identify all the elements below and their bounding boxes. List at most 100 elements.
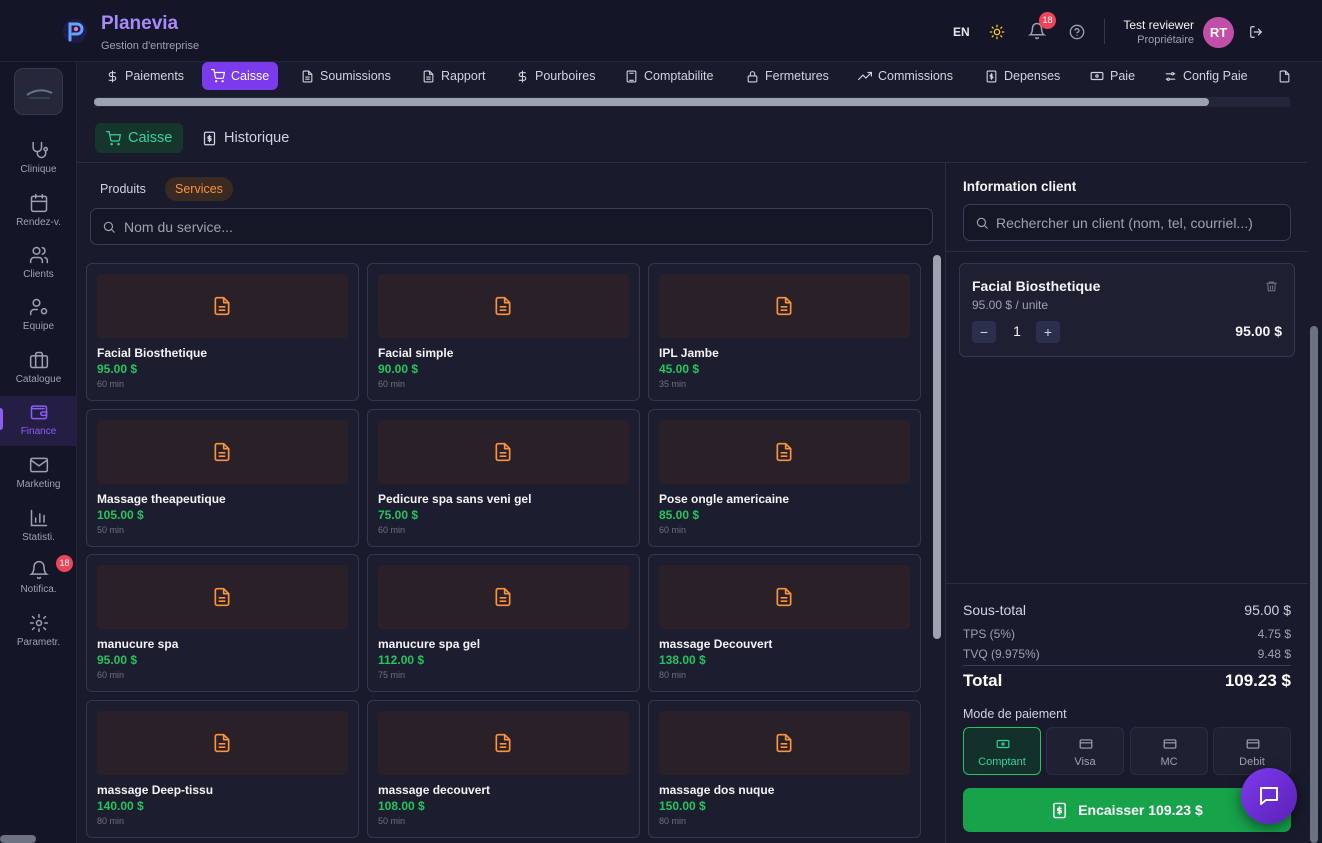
language-toggle[interactable]: EN	[953, 25, 970, 39]
tvq-row: TVQ (9.975%) 9.48 $	[963, 647, 1291, 661]
payment-comptant-button[interactable]: Comptant	[963, 727, 1041, 775]
credit-card-icon	[1079, 739, 1093, 749]
payment-mc-button[interactable]: MC	[1130, 727, 1208, 775]
tab-rapport[interactable]: Rapport	[413, 62, 494, 90]
tab-label: Caisse	[231, 69, 270, 83]
sidebar-item-clinique[interactable]: Clinique	[0, 138, 77, 188]
service-duration: 80 min	[97, 816, 125, 826]
sidebar-item-statistiques[interactable]: Statisti.	[0, 506, 77, 556]
tab-comptabilite[interactable]: Comptabilite	[616, 62, 722, 90]
horizontal-scrollbar[interactable]	[0, 835, 36, 843]
search-icon	[103, 221, 115, 233]
trash-icon[interactable]	[1265, 280, 1278, 293]
header-divider	[1104, 19, 1105, 44]
sidebar-item-marketing[interactable]: Marketing	[0, 453, 77, 503]
cart-item-total: 95.00 $	[1235, 323, 1282, 339]
service-duration: 50 min	[378, 816, 406, 826]
filter-produits[interactable]: Produits	[90, 177, 156, 201]
service-thumbnail	[659, 565, 910, 629]
service-thumbnail	[659, 711, 910, 775]
tab-label: Commissions	[878, 69, 954, 83]
service-card[interactable]: IPL Jambe 45.00 $ 35 min	[648, 263, 921, 401]
cart-icon	[106, 130, 121, 145]
tab-caisse[interactable]: Caisse	[202, 62, 279, 90]
receipt-icon	[1053, 802, 1067, 818]
tab-paie[interactable]: Paie	[1081, 62, 1144, 90]
service-duration: 35 min	[659, 379, 687, 389]
payment-debit-button[interactable]: Debit	[1213, 727, 1291, 775]
tab-depenses[interactable]: Depenses	[976, 62, 1069, 90]
service-duration: 60 min	[659, 525, 687, 535]
service-search-input[interactable]: Nom du service...	[90, 208, 933, 245]
sidebar-item-notifications[interactable]: Notifica. 18	[0, 555, 77, 608]
sidebar-item-label: Catalogue	[15, 374, 62, 385]
chat-button[interactable]	[1241, 768, 1297, 824]
service-price: 95.00 $	[97, 653, 138, 667]
page-scrollbar[interactable]	[1310, 326, 1318, 843]
planevia-logo-icon	[63, 19, 87, 43]
tab-commissions[interactable]: Commissions	[849, 62, 962, 90]
client-search-input[interactable]: Rechercher un client (nom, tel, courriel…	[963, 204, 1291, 241]
gear-icon	[29, 613, 49, 633]
sidebar-item-label: Finance	[20, 426, 57, 437]
service-card[interactable]: massage Decouvert 138.00 $ 80 min	[648, 554, 921, 692]
subtab-historique[interactable]: Historique	[191, 123, 300, 153]
tab-fermetures[interactable]: Fermetures	[737, 62, 838, 90]
sidebar-item-equipe[interactable]: Equipe	[0, 295, 77, 345]
payment-mode-label: Mode de paiement	[963, 707, 1067, 721]
tab-config-paie[interactable]: Config Paie	[1155, 62, 1257, 90]
tab-overflow[interactable]	[1269, 62, 1300, 90]
notification-badge: 18	[1039, 12, 1056, 29]
search-placeholder: Nom du service...	[124, 219, 233, 235]
calendar-icon	[30, 193, 48, 213]
filter-services[interactable]: Services	[165, 177, 233, 201]
service-name: Pedicure spa sans veni gel	[378, 492, 532, 506]
subtab-caisse[interactable]: Caisse	[95, 123, 184, 153]
logout-icon[interactable]	[1249, 25, 1263, 39]
service-duration: 60 min	[97, 670, 125, 680]
service-card[interactable]: massage dos nuque 150.00 $ 80 min	[648, 700, 921, 838]
tab-paiements[interactable]: Paiements	[97, 62, 193, 90]
sun-icon[interactable]	[989, 24, 1005, 40]
service-card[interactable]: Pose ongle americaine 85.00 $ 60 min	[648, 409, 921, 547]
service-thumbnail	[97, 420, 348, 484]
service-duration: 50 min	[97, 525, 125, 535]
total-row: Total 109.23 $	[963, 671, 1291, 691]
sidebar-item-rendez-vous[interactable]: Rendez-v.	[0, 191, 77, 241]
top-bar: Planevia Gestion d'entreprise EN 18 Test…	[0, 0, 1322, 62]
sidebar-item-catalogue[interactable]: Catalogue	[0, 348, 77, 398]
payment-visa-button[interactable]: Visa	[1046, 727, 1124, 775]
avatar[interactable]: RT	[1203, 17, 1234, 48]
quantity-increment-button[interactable]: +	[1036, 321, 1060, 343]
sidebar-item-parametres[interactable]: Parametr.	[0, 611, 77, 661]
service-price: 85.00 $	[659, 508, 700, 522]
service-card[interactable]: Facial simple 90.00 $ 60 min	[367, 263, 640, 401]
service-card[interactable]: Pedicure spa sans veni gel 75.00 $ 60 min	[367, 409, 640, 547]
service-card[interactable]: manucure spa 95.00 $ 60 min	[86, 554, 359, 692]
business-logo[interactable]	[14, 68, 63, 115]
service-card[interactable]: Facial Biosthetique 95.00 $ 60 min	[86, 263, 359, 401]
sidebar-item-finance[interactable]: Finance	[0, 396, 77, 446]
quantity-decrement-button[interactable]: −	[972, 321, 996, 343]
cart-item-name: Facial Biosthetique	[972, 278, 1101, 294]
help-icon[interactable]	[1069, 24, 1085, 40]
tab-pourboires[interactable]: Pourboires	[507, 62, 604, 90]
catalog-pane: Produits Services Nom du service... Faci…	[77, 163, 945, 843]
total-value: 109.23 $	[1224, 671, 1291, 690]
document-icon	[1279, 70, 1290, 82]
caisse-subtabs: Caisse Historique	[77, 110, 1307, 163]
catalog-scrollbar[interactable]	[933, 255, 941, 639]
service-name: manucure spa gel	[378, 637, 481, 651]
service-name: massage decouvert	[378, 783, 491, 797]
service-card[interactable]: manucure spa gel 112.00 $ 75 min	[367, 554, 640, 692]
document-icon	[495, 733, 511, 753]
sidebar-item-clients[interactable]: Clients	[0, 243, 77, 293]
cart-pane: Information client Rechercher un client …	[945, 163, 1308, 843]
tab-scrollbar[interactable]	[94, 98, 1209, 106]
tab-soumissions[interactable]: Soumissions	[292, 62, 400, 90]
service-card[interactable]: massage Deep-tissu 140.00 $ 80 min	[86, 700, 359, 838]
subtotal-row: Sous-total 95.00 $	[963, 602, 1291, 618]
receipt-icon	[986, 70, 997, 82]
service-card[interactable]: Massage theapeutique 105.00 $ 50 min	[86, 409, 359, 547]
service-card[interactable]: massage decouvert 108.00 $ 50 min	[367, 700, 640, 838]
